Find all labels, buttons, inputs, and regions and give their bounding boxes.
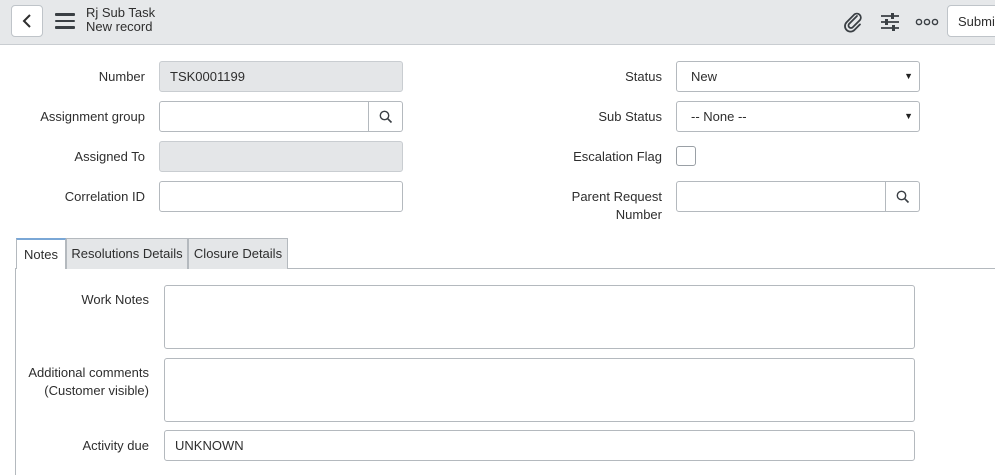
parent-request-input[interactable] — [676, 181, 886, 212]
additional-comments-label-line2: (Customer visible) — [44, 383, 149, 398]
record-title-block: Rj Sub Task New record — [86, 6, 155, 34]
back-button[interactable] — [11, 5, 43, 37]
submit-button[interactable]: Submit — [947, 5, 995, 37]
back-icon — [22, 14, 31, 28]
sliders-icon[interactable] — [878, 10, 902, 34]
number-label: Number — [98, 69, 145, 84]
record-subtitle: New record — [86, 19, 153, 34]
correlation-id-label: Correlation ID — [64, 189, 145, 204]
dropdown-caret-icon: ▼ — [904, 71, 913, 81]
search-icon — [896, 190, 909, 203]
sub-status-select[interactable]: -- None -- ▼ — [676, 101, 920, 132]
parent-request-label-line2: Number — [615, 207, 662, 222]
tab-closure-details[interactable]: Closure Details — [188, 238, 288, 269]
additional-comments-textarea[interactable] — [164, 358, 915, 422]
tab-panel-border — [15, 268, 16, 475]
additional-comments-label-line1: Additional comments — [28, 365, 149, 380]
dropdown-caret-icon: ▼ — [904, 111, 913, 121]
assigned-to-field — [159, 141, 403, 172]
activity-due-label: Activity due — [82, 438, 149, 453]
tab-resolutions-details[interactable]: Resolutions Details — [66, 238, 188, 269]
search-icon — [379, 110, 392, 123]
activity-due-field: UNKNOWN — [164, 430, 915, 461]
assigned-to-label: Assigned To — [74, 149, 145, 164]
assignment-group-label: Assignment group — [40, 109, 145, 124]
parent-request-label-line1: Parent Request — [571, 189, 662, 204]
status-select[interactable]: New ▼ — [676, 61, 920, 92]
tab-notes[interactable]: Notes — [16, 238, 66, 269]
parent-request-label: Parent Request Number — [500, 188, 662, 224]
record-title: Rj Sub Task — [86, 5, 156, 20]
work-notes-textarea[interactable] — [164, 285, 915, 349]
escalation-flag-label: Escalation Flag — [573, 149, 662, 164]
correlation-id-input[interactable] — [159, 181, 403, 212]
work-notes-label: Work Notes — [81, 292, 149, 307]
escalation-flag-checkbox[interactable] — [676, 146, 696, 166]
assignment-group-input[interactable] — [159, 101, 369, 132]
additional-comments-label: Additional comments (Customer visible) — [20, 364, 149, 400]
sub-status-select-value: -- None -- — [691, 109, 747, 124]
status-label: Status — [625, 69, 662, 84]
paperclip-icon[interactable] — [841, 10, 865, 34]
form-header: Rj Sub Task New record Submit — [0, 0, 995, 45]
more-icon[interactable] — [915, 10, 939, 34]
parent-request-lookup-button[interactable] — [886, 181, 920, 212]
number-field: TSK0001199 — [159, 61, 403, 92]
hamburger-icon[interactable] — [55, 13, 75, 29]
sub-status-label: Sub Status — [598, 109, 662, 124]
status-select-value: New — [691, 69, 718, 84]
assignment-group-lookup-button[interactable] — [369, 101, 403, 132]
